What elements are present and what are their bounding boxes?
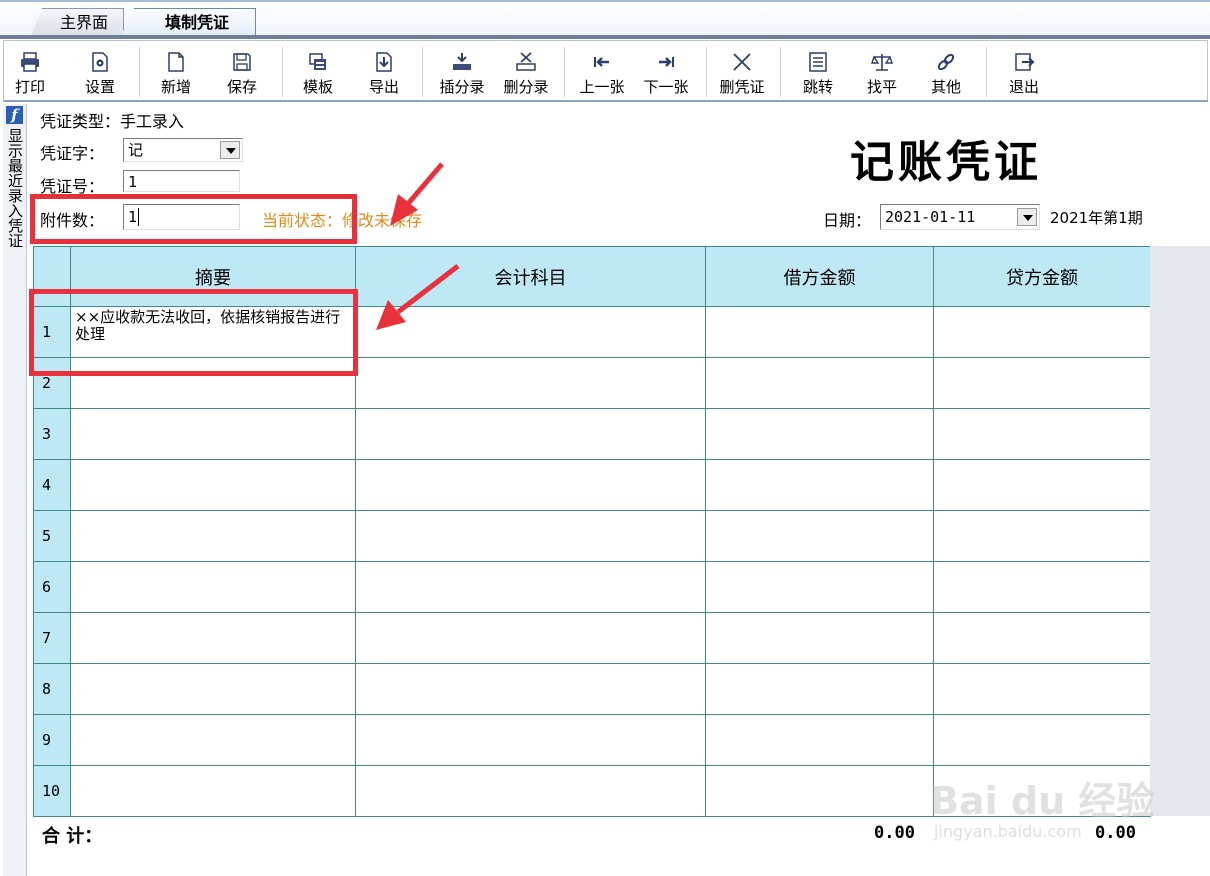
voucher-window: 主界面 填制凭证 打印 设置 新增 保存 模板 导出 插分录 删分录 上一张 下… (0, 0, 1210, 876)
red-arrow-icon (376, 264, 460, 330)
annotation-arrows (376, 162, 460, 330)
red-arrow-icon (390, 162, 444, 226)
